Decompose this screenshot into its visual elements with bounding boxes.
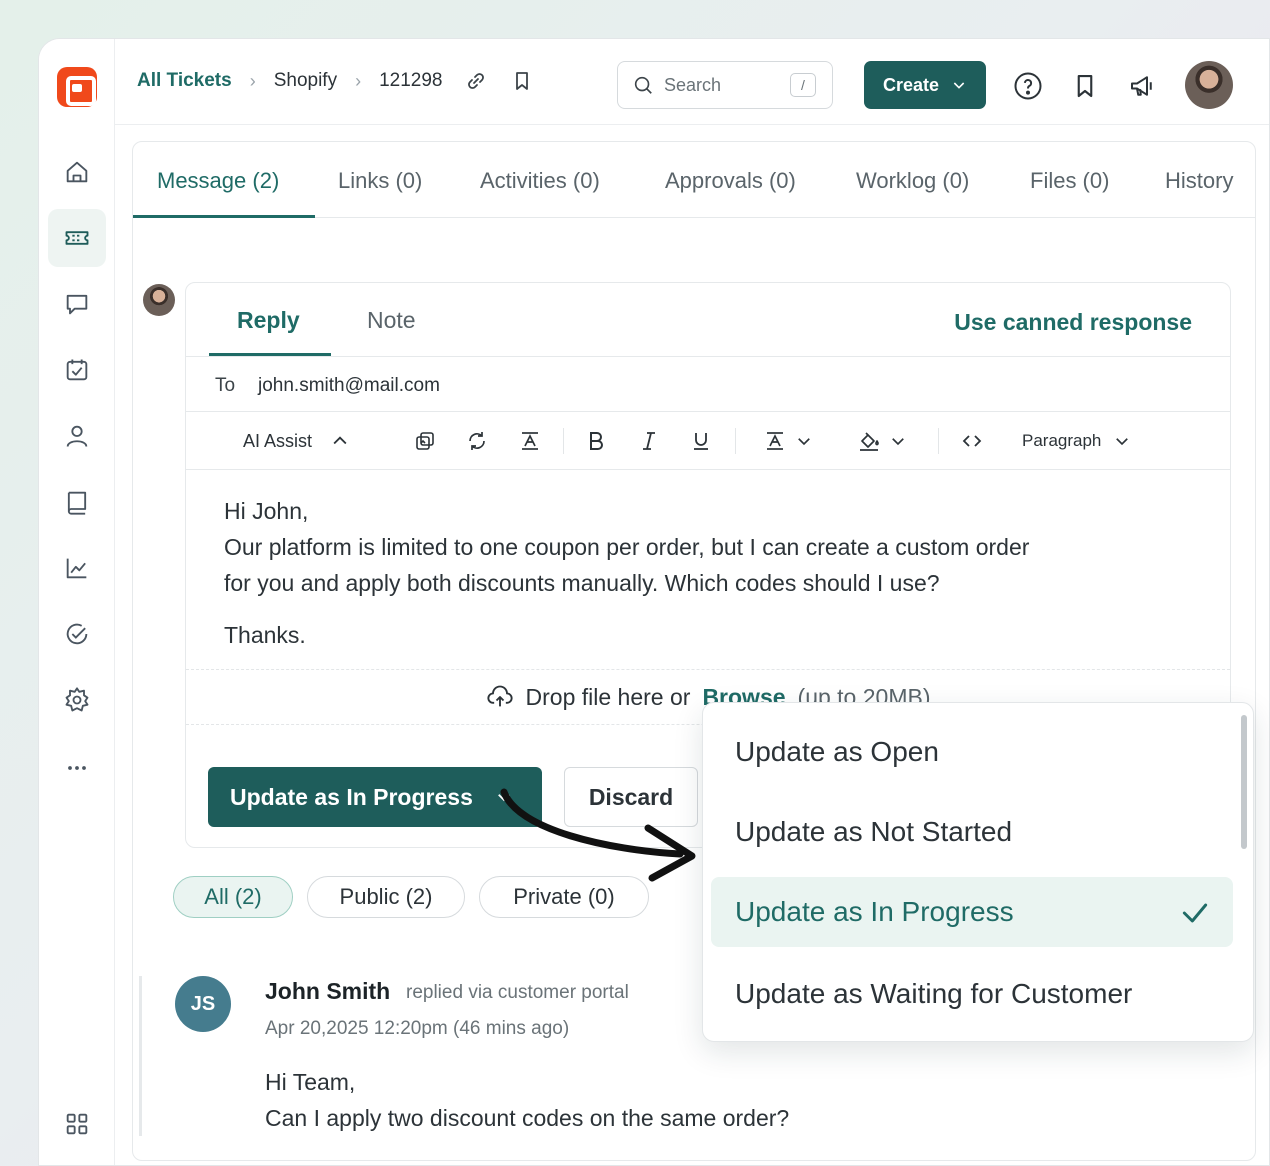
megaphone-icon[interactable] <box>1127 71 1157 101</box>
sidebar <box>39 39 115 1165</box>
chevron-right-icon: › <box>355 70 362 91</box>
to-label: To <box>215 375 236 396</box>
message-editor[interactable]: Hi John, Our platform is limited to one … <box>224 493 1184 653</box>
calendar-check-icon[interactable] <box>48 341 106 399</box>
code-icon[interactable] <box>960 428 984 454</box>
search-input[interactable]: Search / <box>617 61 833 109</box>
tab-links[interactable]: Links (0) <box>338 168 422 194</box>
recipient-row: To john.smith@mail.com <box>186 356 1230 412</box>
tab-activities[interactable]: Activities (0) <box>480 168 600 194</box>
message-channel: replied via customer portal <box>406 982 629 1003</box>
menu-item-label: Update as In Progress <box>735 896 1014 927</box>
check-circle-icon[interactable] <box>48 605 106 663</box>
message-line: Can I apply two discount codes on the sa… <box>265 1105 790 1131</box>
avatar[interactable] <box>1185 61 1233 109</box>
chat-icon[interactable] <box>48 275 106 333</box>
book-icon[interactable] <box>48 473 106 531</box>
breadcrumb-all-tickets[interactable]: All Tickets <box>137 70 232 92</box>
ticket-tabs: Message (2) Links (0) Activities (0) App… <box>133 142 1255 218</box>
chevron-down-icon <box>892 438 904 446</box>
font-color-dropdown[interactable] <box>763 428 813 454</box>
copy-icon[interactable] <box>413 428 437 454</box>
italic-icon[interactable] <box>637 428 661 454</box>
paragraph-style-label: Paragraph <box>1022 431 1102 450</box>
breadcrumb-org[interactable]: Shopify <box>274 70 337 92</box>
tab-reply[interactable]: Reply <box>237 307 300 334</box>
paragraph-style-dropdown[interactable]: Paragraph <box>1022 428 1131 454</box>
fill-color-dropdown[interactable] <box>857 428 907 454</box>
chevron-down-icon <box>798 438 810 446</box>
user-icon[interactable] <box>48 407 106 465</box>
active-tab-indicator <box>133 215 315 218</box>
message-author: John Smith <box>265 978 391 1004</box>
update-status-label: Update as In Progress <box>230 783 473 810</box>
text-format-icon[interactable] <box>518 428 542 454</box>
chart-icon[interactable] <box>48 539 106 597</box>
link-icon[interactable] <box>464 69 488 93</box>
recipient-field[interactable]: john.smith@mail.com <box>258 375 440 397</box>
create-button-label: Create <box>882 74 940 95</box>
filter-public[interactable]: Public (2) <box>307 876 465 918</box>
tab-message[interactable]: Message (2) <box>157 168 279 194</box>
message-line: Hi Team, <box>265 1069 356 1095</box>
canned-response-link[interactable]: Use canned response <box>954 309 1192 336</box>
message-body: Hi Team, Can I apply two discount codes … <box>265 1064 789 1136</box>
chevron-down-icon <box>1116 438 1129 446</box>
breadcrumb-ticket: 121298 <box>379 70 443 91</box>
thread-line <box>139 976 142 1136</box>
tickets-icon[interactable] <box>48 209 106 267</box>
search-placeholder: Search <box>664 74 722 95</box>
breadcrumb: All Tickets › Shopify › 121298 <box>137 69 534 93</box>
text-color-icon <box>767 432 783 450</box>
menu-item-open[interactable]: Update as Open <box>711 717 1233 787</box>
status-dropdown-menu: Update as Open Update as Not Started Upd… <box>702 702 1254 1042</box>
tab-approvals[interactable]: Approvals (0) <box>665 168 796 194</box>
body-line: for you and apply both discounts manuall… <box>224 570 940 596</box>
message-timestamp: Apr 20,2025 12:20pm (46 mins ago) <box>265 1018 570 1039</box>
body-line: Our platform is limited to one coupon pe… <box>224 534 1030 560</box>
underline-icon[interactable] <box>689 428 713 454</box>
drop-text: Drop file here or <box>525 683 691 710</box>
chevron-up-icon <box>333 436 347 445</box>
bookmark-icon[interactable] <box>510 69 534 93</box>
cloud-upload-icon <box>486 685 513 707</box>
checkmark-icon <box>1182 903 1208 923</box>
body-closing: Thanks. <box>224 622 306 648</box>
scrollbar[interactable] <box>1241 715 1247 849</box>
apps-grid-icon[interactable] <box>48 1095 106 1153</box>
ai-assist-label: AI Assist <box>243 430 313 451</box>
ai-assist-button[interactable]: AI Assist <box>243 428 350 454</box>
brand-logo[interactable] <box>57 67 97 107</box>
topbar: All Tickets › Shopify › 121298 Search / … <box>115 39 1269 125</box>
search-shortcut: / <box>790 73 816 97</box>
tab-history[interactable]: History <box>1165 168 1233 194</box>
tab-note[interactable]: Note <box>367 307 416 334</box>
bold-icon[interactable] <box>584 428 608 454</box>
bookmark-icon[interactable] <box>1070 71 1100 101</box>
menu-item-in-progress[interactable]: Update as In Progress <box>711 877 1233 947</box>
refresh-icon[interactable] <box>465 428 489 454</box>
help-icon[interactable] <box>1013 71 1043 101</box>
callout-arrow <box>500 788 696 882</box>
avatar: JS <box>175 976 231 1032</box>
paint-bucket-icon <box>860 432 879 451</box>
editor-toolbar: AI Assist Paragraph <box>186 412 1230 470</box>
update-status-button[interactable]: Update as In Progress <box>208 767 542 827</box>
tab-worklog[interactable]: Worklog (0) <box>856 168 969 194</box>
home-icon[interactable] <box>48 143 106 201</box>
gear-icon[interactable] <box>48 671 106 729</box>
menu-item-waiting-for-customer[interactable]: Update as Waiting for Customer <box>711 959 1233 1029</box>
chevron-down-icon <box>953 82 965 89</box>
body-greeting: Hi John, <box>224 498 309 524</box>
search-icon <box>634 76 652 94</box>
filter-all[interactable]: All (2) <box>173 876 293 918</box>
more-icon[interactable] <box>48 739 106 797</box>
menu-item-not-started[interactable]: Update as Not Started <box>711 797 1233 867</box>
avatar <box>143 284 175 316</box>
chevron-right-icon: › <box>249 70 256 91</box>
create-button[interactable]: Create <box>864 61 986 109</box>
tab-files[interactable]: Files (0) <box>1030 168 1109 194</box>
